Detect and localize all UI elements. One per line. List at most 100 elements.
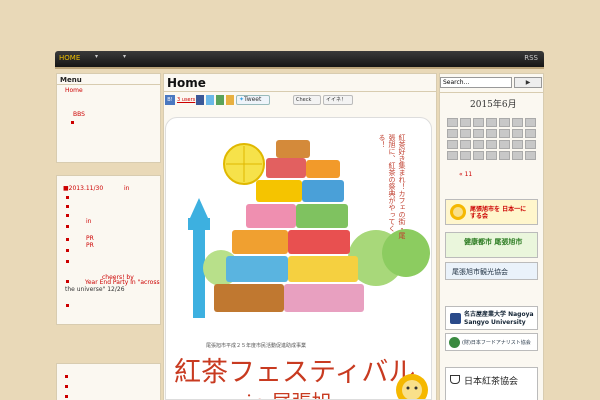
poster-subsidy: 尾張旭市平成２５年度市民活動促進助成事業	[206, 343, 307, 349]
nav-underline	[55, 67, 544, 69]
bullet	[65, 385, 68, 388]
post-in-2[interactable]: in	[86, 218, 91, 225]
search-placeholder: Search...	[443, 79, 470, 86]
post-date[interactable]: ■2013.11/30	[63, 185, 103, 192]
bullet	[66, 249, 69, 252]
tweet-button[interactable]: ✦Tweet	[236, 95, 270, 105]
calendar-day	[460, 140, 471, 149]
banner-tea-label: 日本紅茶協会	[464, 377, 519, 387]
calendar-day	[499, 151, 510, 160]
food-analyst-logo-icon	[449, 337, 460, 348]
sunflower-icon	[450, 204, 466, 220]
calendar-day	[460, 129, 471, 138]
post-pr-1[interactable]: PR	[86, 235, 94, 242]
facebook-icon[interactable]	[196, 95, 204, 105]
hatena-icon[interactable]: B!	[165, 95, 175, 105]
post-pr-2[interactable]: PR	[86, 242, 94, 249]
divider	[57, 84, 160, 85]
festival-poster[interactable]: 紅茶好き集まれ！カフェの街・尾張旭に、紅茶の祭典がやってくる！ 尾張旭市平成２５…	[165, 117, 432, 400]
calendar-day	[512, 140, 523, 149]
calendar-day	[460, 151, 471, 160]
nav-dropdown-1[interactable]: ▾	[95, 53, 98, 60]
bullet	[66, 304, 69, 307]
tweet-label: Tweet	[244, 96, 262, 103]
bullet	[66, 260, 69, 263]
sunflower-icon	[396, 374, 428, 399]
banner-food-label: (財)日本フードアナリスト協会	[462, 340, 531, 346]
calendar-title: 2015年6月	[470, 100, 517, 110]
banner-tea-association[interactable]: 日本紅茶協会	[445, 367, 538, 400]
bullet	[66, 280, 69, 283]
tower-shape	[193, 228, 205, 318]
search-button[interactable]: ▶	[514, 77, 542, 88]
search-input[interactable]: Search...	[440, 77, 512, 88]
divider	[439, 92, 544, 93]
sidebar-menu-panel: Menu Home BBS	[56, 73, 161, 163]
calendar-day	[525, 140, 536, 149]
calendar-day	[447, 129, 458, 138]
share-icon-3[interactable]	[216, 95, 224, 105]
share-icon-4[interactable]	[226, 95, 234, 105]
banner-sangyo-univ[interactable]: 名古屋産業大学 Nagoya Sangyo University	[445, 306, 538, 330]
bookmark-count[interactable]: 3 users	[177, 97, 195, 107]
banner-kenko-label: 健康都市 尾張旭市	[464, 238, 523, 246]
sidebar-item-bbs[interactable]: BBS	[73, 111, 85, 118]
teacup-icon	[450, 375, 460, 384]
university-logo-icon	[450, 313, 461, 324]
bullet	[66, 196, 69, 199]
banner-food-analyst[interactable]: (財)日本フードアナリスト協会	[445, 333, 538, 351]
calendar-day	[499, 140, 510, 149]
calendar-day	[512, 151, 523, 160]
calendar-day	[473, 151, 484, 160]
banner-kenko-toshi[interactable]: 健康都市 尾張旭市	[445, 232, 538, 258]
calendar-day	[473, 129, 484, 138]
calendar-day	[486, 129, 497, 138]
calendar-day	[499, 118, 510, 127]
rss-link[interactable]: RSS	[524, 54, 538, 62]
calendar-day	[447, 151, 458, 160]
calendar-grid	[447, 118, 536, 160]
sidebar-posts-panel: ■2013.11/30 in in PR PR cheers! by Year …	[56, 175, 161, 325]
poster-headline: 紅茶フェスティバル	[174, 357, 416, 388]
page-title: Home	[167, 76, 206, 90]
bullet	[65, 395, 68, 398]
bullet	[66, 225, 69, 228]
calendar-day	[460, 118, 471, 127]
calendar-day	[525, 129, 536, 138]
calendar-day	[525, 118, 536, 127]
calendar-day	[447, 118, 458, 127]
calendar-day	[525, 151, 536, 160]
sidebar-bottom-panel	[56, 363, 161, 400]
banner-nihon-ichi[interactable]: 尾張旭市を 日本一に する会	[445, 199, 538, 225]
post-year-end[interactable]: Year End Party in "across	[85, 279, 160, 286]
poster-subline: in 尾張旭	[246, 386, 332, 399]
bullet	[66, 238, 69, 241]
banner-kanko[interactable]: 尾張旭市観光協会	[445, 262, 538, 280]
calendar-prev-link[interactable]: « 11	[459, 171, 472, 178]
poster-tagline: 紅茶好き集まれ！カフェの街・尾張旭に、紅茶の祭典がやってくる！	[378, 134, 406, 239]
iine-label: イイネ！	[326, 97, 347, 103]
share-icon-2[interactable]	[206, 95, 214, 105]
calendar-day	[499, 129, 510, 138]
banner-sangyo-label: 名古屋産業大学 Nagoya Sangyo University	[464, 311, 534, 326]
calendar-day	[486, 151, 497, 160]
nav-dropdown-2[interactable]: ▾	[123, 53, 126, 60]
sidebar-menu-title: Menu	[60, 76, 82, 84]
calendar-day	[512, 129, 523, 138]
check-button[interactable]: Check	[293, 95, 321, 105]
nav-home-link[interactable]: HOME	[59, 54, 80, 62]
iine-button[interactable]: イイネ！	[323, 95, 353, 105]
calendar-day	[512, 118, 523, 127]
cup-shape	[276, 140, 310, 158]
calendar-day	[486, 118, 497, 127]
top-nav-bar: HOME ▾ ▾ RSS	[55, 51, 544, 67]
post-universe[interactable]: the universe" 12/26	[65, 286, 125, 293]
bullet	[71, 121, 74, 124]
calendar-day	[486, 140, 497, 149]
banner-nihon-label: 尾張旭市を 日本一に する会	[470, 206, 527, 220]
post-in-1[interactable]: in	[124, 185, 129, 192]
calendar-day	[473, 118, 484, 127]
bullet	[65, 375, 68, 378]
divider	[164, 91, 436, 92]
sidebar-item-home[interactable]: Home	[65, 87, 83, 94]
